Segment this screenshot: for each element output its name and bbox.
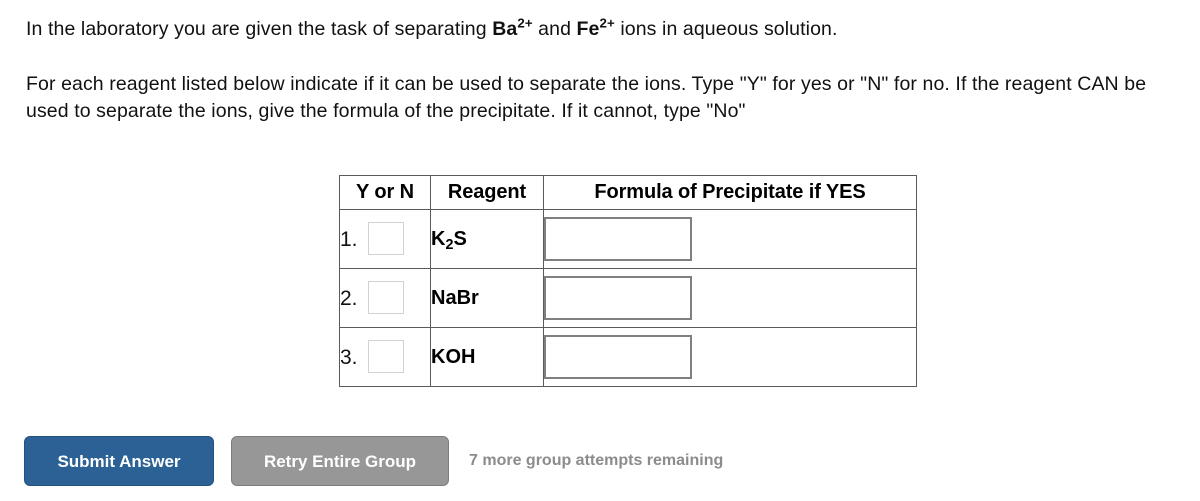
question-prompt: In the laboratory you are given the task… [26,16,1191,125]
cell-reagent: K2S [430,209,544,269]
yes-no-input[interactable] [368,221,404,255]
prompt-line-2: For each reagent listed below indicate i… [26,73,1147,122]
precipitate-formula-input[interactable] [544,276,692,320]
reagent-formula-main: K [431,227,446,250]
row-number: 1. [340,227,358,251]
table-row: 1. K2S [339,209,917,269]
yes-no-input[interactable] [368,280,404,314]
cell-reagent: NaBr [430,268,544,328]
ion-ba-symbol: Ba [492,18,518,40]
prompt-line-1-text-before: In the laboratory you are given the task… [26,18,493,40]
header-reagent: Reagent [430,175,544,210]
prompt-line-1-text-mid: and [532,18,577,40]
cell-y-or-n: 3. [339,327,431,387]
attempts-remaining-text: 7 more group attempts remaining [469,452,724,469]
ion-fe: Fe2+ [576,15,615,40]
table-header-row: Y or N Reagent Formula of Precipitate if… [339,175,917,210]
ion-fe-charge: 2+ [599,15,615,31]
reagent-formula-main: NaBr [431,286,479,309]
reagent-formula-tail: S [453,227,467,250]
ion-ba: Ba2+ [492,15,533,40]
row-number: 3. [340,345,358,369]
precipitate-formula-input[interactable] [544,335,692,379]
submit-answer-button[interactable]: Submit Answer [24,436,214,486]
table-row: 2. NaBr [339,268,917,328]
ion-fe-symbol: Fe [576,18,600,40]
header-y-or-n: Y or N [339,175,431,210]
header-formula-of-precipitate: Formula of Precipitate if YES [543,175,917,210]
cell-reagent: KOH [430,327,544,387]
cell-precipitate-formula [543,268,917,328]
reagent-table-head: Y or N Reagent Formula of Precipitate if… [339,175,917,210]
table-row: 3. KOH [339,327,917,387]
prompt-line-1: In the laboratory you are given the task… [26,16,1191,43]
retry-entire-group-button[interactable]: Retry Entire Group [231,436,449,486]
reagent-table: Y or N Reagent Formula of Precipitate if… [339,175,917,387]
prompt-line-1-text-after: ions in aqueous solution. [614,18,838,40]
reagent-table-wrapper: Y or N Reagent Formula of Precipitate if… [339,175,917,387]
reagent-table-body: 1. K2S 2. NaBr 3. KOH [339,209,917,387]
cell-precipitate-formula [543,327,917,387]
reagent-formula-subscript: 2 [445,236,454,253]
ion-ba-charge: 2+ [517,15,533,31]
cell-precipitate-formula [543,209,917,269]
form-controls: Submit Answer Retry Entire Group 7 more … [24,436,723,486]
yes-no-input[interactable] [368,339,404,373]
reagent-formula-main: KOH [431,345,476,368]
row-number: 2. [340,286,358,310]
precipitate-formula-input[interactable] [544,217,692,261]
cell-y-or-n: 1. [339,209,431,269]
cell-y-or-n: 2. [339,268,431,328]
